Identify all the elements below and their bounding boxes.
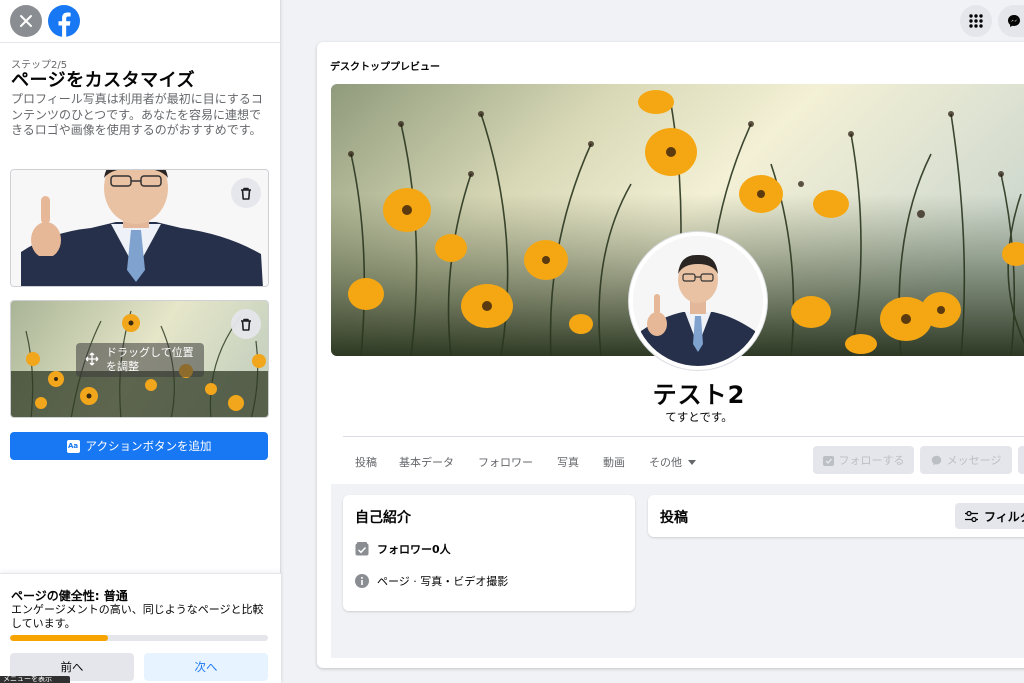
follow-button[interactable]: フォローする [813, 446, 914, 474]
delete-profile-photo-button[interactable] [231, 178, 261, 208]
profile-photo-image [11, 170, 268, 286]
trash-icon [241, 318, 251, 331]
messenger-icon [1008, 15, 1020, 27]
desktop-preview-panel: デスクトッププレビュー テスト2 てすとです。 投稿 基本データ フォロワー 写… [317, 42, 1024, 668]
menu-grid-icon [969, 14, 983, 28]
move-icon [85, 352, 99, 366]
facebook-logo-icon[interactable] [48, 5, 80, 37]
close-icon [20, 15, 32, 27]
cover-photo-card[interactable]: ドラッグして位置を調整 [10, 300, 269, 418]
aa-icon: Aa [66, 439, 80, 453]
page-profile-picture [629, 232, 767, 370]
profile-photo-image [633, 236, 763, 366]
trash-icon [241, 187, 251, 200]
more-options-button[interactable] [1018, 446, 1024, 474]
page-preview: テスト2 てすとです。 投稿 基本データ フォロワー 写真 動画 その他 フォロ… [331, 84, 1024, 658]
sidebar-title: ページをカスタマイズ [11, 70, 196, 91]
page-health-progress-bar [10, 635, 268, 641]
page-subtitle: てすとです。 [665, 410, 733, 424]
message-button[interactable]: メッセージ [920, 446, 1012, 474]
page-health-panel: ページの健全性: 普通 エンゲージメントの高い、同じようなページと比較しています… [0, 573, 281, 683]
drag-hint-text: ドラッグして位置を調整 [106, 346, 194, 373]
tab-posts[interactable]: 投稿 [355, 452, 377, 472]
menu-grid-button[interactable] [960, 5, 992, 37]
category-row: ページ · 写真・ビデオ撮影 [355, 573, 508, 589]
messenger-icon [931, 455, 941, 465]
page-tabs: 投稿 基本データ フォロワー 写真 動画 その他 [343, 452, 696, 472]
page-name: テスト2 [652, 381, 746, 409]
info-icon [355, 574, 369, 588]
desktop-preview-label: デスクトッププレビュー [330, 62, 440, 73]
filter-sliders-icon [965, 510, 978, 522]
sidebar-header [0, 0, 281, 43]
page-health-description: エンゲージメントの高い、同じようなページと比較しています。 [11, 603, 264, 630]
close-button[interactable] [10, 5, 42, 37]
tab-photos[interactable]: 写真 [557, 452, 579, 472]
filter-button[interactable]: フィルター [955, 503, 1024, 529]
setup-sidebar: ステップ2/5 ページをカスタマイズ プロフィール写真は利用者が最初に目にするコ… [0, 0, 281, 683]
follow-icon [822, 455, 834, 466]
tab-about[interactable]: 基本データ [399, 452, 454, 472]
delete-cover-photo-button[interactable] [231, 309, 261, 339]
sidebar-description: プロフィール写真は利用者が最初に目にするコンテンツのひとつです。あなたを容易に連… [11, 92, 263, 137]
page-health-progress-fill [10, 635, 109, 641]
show-menu-tooltip: メニューを表示 [0, 676, 70, 683]
filter-button-label: フィルター [984, 509, 1024, 524]
follow-button-label: フォローする [838, 454, 905, 467]
drag-to-reposition-hint[interactable]: ドラッグして位置を調整 [76, 343, 204, 377]
followers-row: フォロワー0人 [355, 541, 451, 557]
followers-count: フォロワー0人 [377, 543, 451, 556]
intro-title: 自己紹介 [355, 510, 411, 526]
messenger-button[interactable] [998, 5, 1024, 37]
page-category: ページ · 写真・ビデオ撮影 [377, 575, 509, 588]
posts-card: 投稿 フィルター [648, 495, 1024, 537]
header-divider [343, 436, 1024, 437]
caret-down-icon [688, 459, 696, 465]
follower-check-icon [355, 542, 369, 556]
next-button[interactable]: 次へ [144, 653, 268, 681]
tab-videos[interactable]: 動画 [603, 452, 625, 472]
intro-card: 自己紹介 フォロワー0人 ページ · 写真・ビデオ撮影 [343, 495, 635, 611]
add-action-button[interactable]: Aa アクションボタンを追加 [10, 432, 268, 460]
tab-more-label: その他 [649, 456, 682, 469]
tab-more[interactable]: その他 [649, 452, 696, 472]
tab-followers[interactable]: フォロワー [478, 452, 533, 472]
add-action-button-label: アクションボタンを追加 [85, 439, 212, 453]
posts-title: 投稿 [660, 510, 688, 526]
profile-photo-card[interactable] [10, 169, 269, 287]
page-health-title: ページの健全性: 普通 [11, 589, 128, 603]
message-button-label: メッセージ [946, 454, 1002, 467]
